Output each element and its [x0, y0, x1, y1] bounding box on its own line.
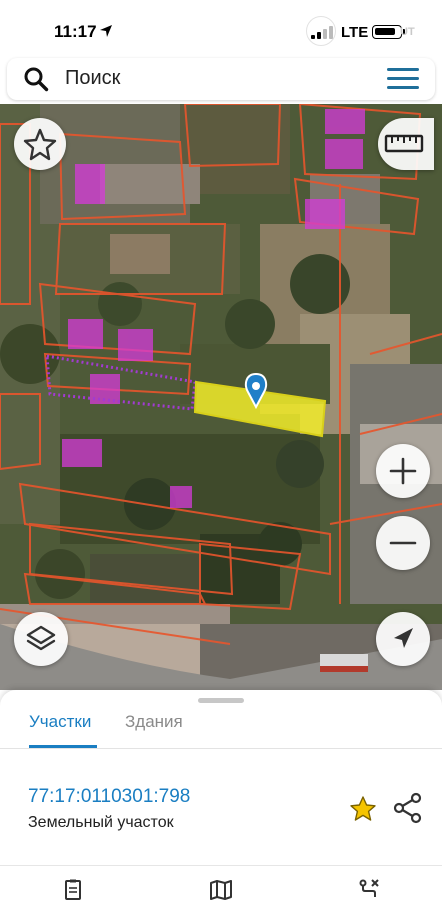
- status-faint-label: UT: [400, 26, 415, 38]
- search-input[interactable]: Поиск: [65, 67, 120, 90]
- map-view[interactable]: [0, 104, 442, 690]
- favorites-button[interactable]: [14, 118, 66, 170]
- nav-divider: [0, 865, 442, 866]
- sheet-grabber[interactable]: [198, 698, 244, 703]
- route-icon[interactable]: [357, 878, 381, 902]
- search-bar[interactable]: Поиск: [7, 58, 435, 100]
- navigation-arrow-icon: [394, 628, 413, 648]
- battery-icon: [372, 25, 402, 39]
- layers-icon: [26, 625, 56, 651]
- ruler-icon: [384, 134, 424, 153]
- zoom-out-button[interactable]: [376, 516, 430, 570]
- hamburger-menu-icon[interactable]: [387, 68, 419, 90]
- star-outline-icon: [23, 128, 57, 161]
- ruler-button[interactable]: [378, 118, 434, 170]
- share-icon[interactable]: [393, 792, 423, 824]
- satellite-map[interactable]: [0, 104, 442, 690]
- status-time: 11:17: [54, 22, 97, 41]
- tab-buildings[interactable]: Здания: [125, 712, 183, 732]
- tab-parcels[interactable]: Участки: [29, 712, 91, 732]
- tab-divider: [0, 748, 442, 749]
- signal-icon: [311, 26, 333, 39]
- location-arrow-icon: [100, 25, 112, 37]
- bottom-sheet: Участки Здания 77:17:0110301:798 Земельн…: [0, 690, 442, 910]
- search-icon[interactable]: [23, 66, 49, 92]
- zoom-in-button[interactable]: [376, 444, 430, 498]
- locate-button[interactable]: [376, 612, 430, 666]
- parcel-type: Земельный участок: [28, 814, 174, 831]
- network-type: LTE: [341, 24, 369, 41]
- cadastral-number[interactable]: 77:17:0110301:798: [28, 786, 190, 808]
- app-screen: 11:17 LTE UT Поиск Участки Здания 77:17:…: [0, 0, 442, 910]
- plus-icon: [389, 457, 417, 485]
- layers-button[interactable]: [14, 612, 68, 666]
- status-bar: 11:17 LTE UT: [0, 0, 442, 58]
- battery-level: [375, 28, 395, 35]
- map-icon[interactable]: [209, 878, 233, 902]
- document-icon[interactable]: [61, 878, 85, 902]
- minus-icon: [389, 541, 417, 545]
- star-filled-icon[interactable]: [348, 794, 378, 824]
